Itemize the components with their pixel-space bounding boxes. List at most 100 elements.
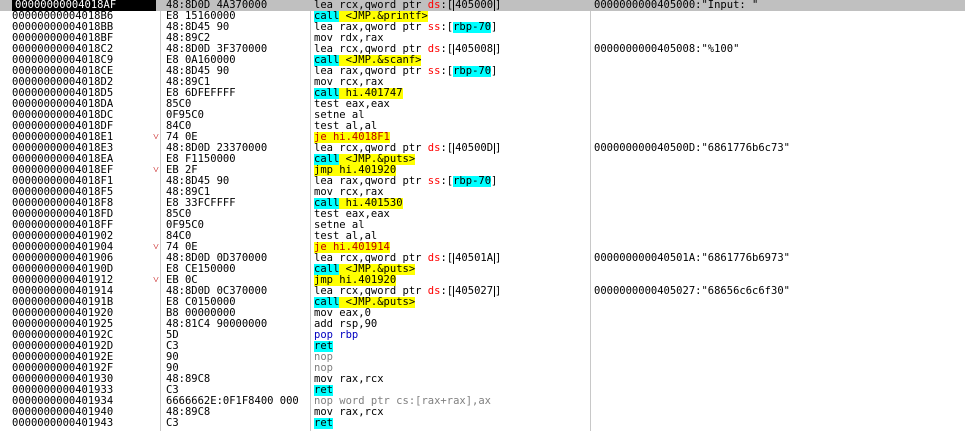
- instruction-cell[interactable]: lea rcx,qword ptr ds:[405008]: [314, 44, 588, 55]
- breakpoint-gutter[interactable]: [0, 88, 12, 99]
- instruction-cell[interactable]: test al,al: [314, 231, 588, 242]
- breakpoint-gutter[interactable]: [0, 341, 12, 352]
- breakpoint-gutter[interactable]: [0, 286, 12, 297]
- instruction-cell[interactable]: lea rax,qword ptr ss:[rbp-70]: [314, 22, 588, 33]
- instruction-cell[interactable]: ret: [314, 385, 588, 396]
- disasm-row[interactable]: 0000000000401930 48:89C8 mov rax,rcx: [0, 374, 965, 385]
- breakpoint-gutter[interactable]: [0, 352, 12, 363]
- instruction-cell[interactable]: mov rcx,rax: [314, 77, 588, 88]
- breakpoint-gutter[interactable]: [0, 231, 12, 242]
- instruction-cell[interactable]: call <JMP.&puts>: [314, 154, 588, 165]
- instruction-cell[interactable]: mov rax,rcx: [314, 407, 588, 418]
- instruction-cell[interactable]: lea rcx,qword ptr ds:[405027]: [314, 286, 588, 297]
- disasm-row[interactable]: 0000000000401934 6666662E:0F1F8400 000 nop…: [0, 396, 965, 407]
- breakpoint-gutter[interactable]: [0, 165, 12, 176]
- breakpoint-gutter[interactable]: [0, 330, 12, 341]
- breakpoint-gutter[interactable]: [0, 198, 12, 209]
- instruction-cell[interactable]: je hi.401914: [314, 242, 588, 253]
- instruction-cell[interactable]: call hi.401747: [314, 88, 588, 99]
- disasm-row[interactable]: 00000000004018EA E8 F1150000 call <JMP.&pu…: [0, 154, 965, 165]
- instruction-cell[interactable]: lea rax,qword ptr ss:[rbp-70]: [314, 176, 588, 187]
- disasm-row[interactable]: 0000000000401943 C3 ret: [0, 418, 965, 429]
- disasm-row[interactable]: 00000000004018C9 E8 0A160000 call <JMP.&sc…: [0, 55, 965, 66]
- disasm-row[interactable]: 000000000040191B E8 C0150000 call <JMP.&pu…: [0, 297, 965, 308]
- instruction-cell[interactable]: pop rbp: [314, 330, 588, 341]
- disasm-row[interactable]: 00000000004018BF 48:89C2 mov rdx,rax: [0, 33, 965, 44]
- breakpoint-gutter[interactable]: [0, 242, 12, 253]
- disasm-row[interactable]: 00000000004018CE 48:8D45 90 lea rax,qword …: [0, 66, 965, 77]
- disasm-row[interactable]: 00000000004018B6 E8 15160000 call <JMP.&pr…: [0, 11, 965, 22]
- instruction-cell[interactable]: lea rcx,qword ptr ds:[40501A]: [314, 253, 588, 264]
- breakpoint-gutter[interactable]: [0, 176, 12, 187]
- breakpoint-gutter[interactable]: [0, 220, 12, 231]
- breakpoint-gutter[interactable]: [0, 143, 12, 154]
- breakpoint-gutter[interactable]: [0, 99, 12, 110]
- disasm-row[interactable]: 00000000004018DA 85C0 test eax,eax: [0, 99, 965, 110]
- instruction-cell[interactable]: mov rcx,rax: [314, 187, 588, 198]
- disassembly-view[interactable]: 00000000004018AF 48:8D0D 4A370000 lea rcx,…: [0, 0, 965, 431]
- instruction-cell[interactable]: nop: [314, 352, 588, 363]
- instruction-cell[interactable]: call <JMP.&puts>: [314, 297, 588, 308]
- disasm-row[interactable]: 00000000004018AF 48:8D0D 4A370000 lea rcx,…: [0, 0, 965, 11]
- disasm-row[interactable]: 00000000004018F8 E8 33FCFFFF call hi.40153…: [0, 198, 965, 209]
- disasm-row[interactable]: 0000000000401920 B8 00000000 mov eax,0: [0, 308, 965, 319]
- instruction-cell[interactable]: call <JMP.&printf>: [314, 11, 588, 22]
- disasm-row[interactable]: 00000000004018DF 84C0 test al,al: [0, 121, 965, 132]
- instruction-cell[interactable]: test eax,eax: [314, 209, 588, 220]
- disasm-row[interactable]: 000000000040192D C3 ret: [0, 341, 965, 352]
- disasm-row[interactable]: 0000000000401906 48:8D0D 0D370000 lea rcx,…: [0, 253, 965, 264]
- breakpoint-gutter[interactable]: [0, 132, 12, 143]
- disasm-row[interactable]: 00000000004018D2 48:89C1 mov rcx,rax: [0, 77, 965, 88]
- breakpoint-gutter[interactable]: [0, 297, 12, 308]
- breakpoint-gutter[interactable]: [0, 396, 12, 407]
- instruction-cell[interactable]: jmp hi.401920: [314, 165, 588, 176]
- breakpoint-gutter[interactable]: [0, 121, 12, 132]
- breakpoint-gutter[interactable]: [0, 407, 12, 418]
- disasm-row[interactable]: 0000000000401925 48:81C4 90000000 add rsp,…: [0, 319, 965, 330]
- instruction-cell[interactable]: setne al: [314, 220, 588, 231]
- instruction-cell[interactable]: test al,al: [314, 121, 588, 132]
- breakpoint-gutter[interactable]: [0, 55, 12, 66]
- instruction-cell[interactable]: nop: [314, 363, 588, 374]
- breakpoint-gutter[interactable]: [0, 418, 12, 429]
- disasm-row[interactable]: 00000000004018D5 E8 6DFEFFFF call hi.40174…: [0, 88, 965, 99]
- disasm-row[interactable]: 0000000000401940 48:89C8 mov rax,rcx: [0, 407, 965, 418]
- breakpoint-gutter[interactable]: [0, 264, 12, 275]
- breakpoint-gutter[interactable]: [0, 275, 12, 286]
- breakpoint-gutter[interactable]: [0, 44, 12, 55]
- instruction-cell[interactable]: mov rdx,rax: [314, 33, 588, 44]
- disasm-row[interactable]: 00000000004018EF ˅ EB 2F jmp hi.401920: [0, 165, 965, 176]
- disasm-row[interactable]: 000000000040190D E8 CE150000 call <JMP.&pu…: [0, 264, 965, 275]
- disasm-row[interactable]: 0000000000401912 ˅ EB 0C jmp hi.401920: [0, 275, 965, 286]
- breakpoint-gutter[interactable]: [0, 209, 12, 220]
- instruction-cell[interactable]: call hi.401530: [314, 198, 588, 209]
- disasm-row[interactable]: 000000000040192F 90 nop: [0, 363, 965, 374]
- instruction-cell[interactable]: call <JMP.&puts>: [314, 264, 588, 275]
- instruction-cell[interactable]: test eax,eax: [314, 99, 588, 110]
- instruction-cell[interactable]: ret: [314, 341, 588, 352]
- disasm-row[interactable]: 000000000040192E 90 nop: [0, 352, 965, 363]
- breakpoint-gutter[interactable]: [0, 66, 12, 77]
- disasm-row[interactable]: 00000000004018FF 0F95C0 setne al: [0, 220, 965, 231]
- breakpoint-gutter[interactable]: [0, 319, 12, 330]
- instruction-cell[interactable]: setne al: [314, 110, 588, 121]
- breakpoint-gutter[interactable]: [0, 187, 12, 198]
- instruction-cell[interactable]: mov rax,rcx: [314, 374, 588, 385]
- instruction-cell[interactable]: add rsp,90: [314, 319, 588, 330]
- disasm-row[interactable]: 00000000004018C2 48:8D0D 3F370000 lea rcx,…: [0, 44, 965, 55]
- breakpoint-gutter[interactable]: [0, 77, 12, 88]
- disasm-row[interactable]: 00000000004018E1 ˅ 74 0E je hi.4018F1: [0, 132, 965, 143]
- instruction-cell[interactable]: call <JMP.&scanf>: [314, 55, 588, 66]
- disasm-row[interactable]: 00000000004018F5 48:89C1 mov rcx,rax: [0, 187, 965, 198]
- breakpoint-gutter[interactable]: [0, 154, 12, 165]
- breakpoint-gutter[interactable]: [0, 363, 12, 374]
- disasm-row[interactable]: 00000000004018FD 85C0 test eax,eax: [0, 209, 965, 220]
- breakpoint-gutter[interactable]: [0, 253, 12, 264]
- breakpoint-gutter[interactable]: [0, 33, 12, 44]
- instruction-cell[interactable]: nop word ptr cs:[rax+rax],ax: [314, 396, 588, 407]
- instruction-cell[interactable]: ret: [314, 418, 588, 429]
- instruction-cell[interactable]: lea rcx,qword ptr ds:[40500D]: [314, 143, 588, 154]
- breakpoint-gutter[interactable]: [0, 0, 12, 11]
- disasm-row[interactable]: 00000000004018DC 0F95C0 setne al: [0, 110, 965, 121]
- breakpoint-gutter[interactable]: [0, 110, 12, 121]
